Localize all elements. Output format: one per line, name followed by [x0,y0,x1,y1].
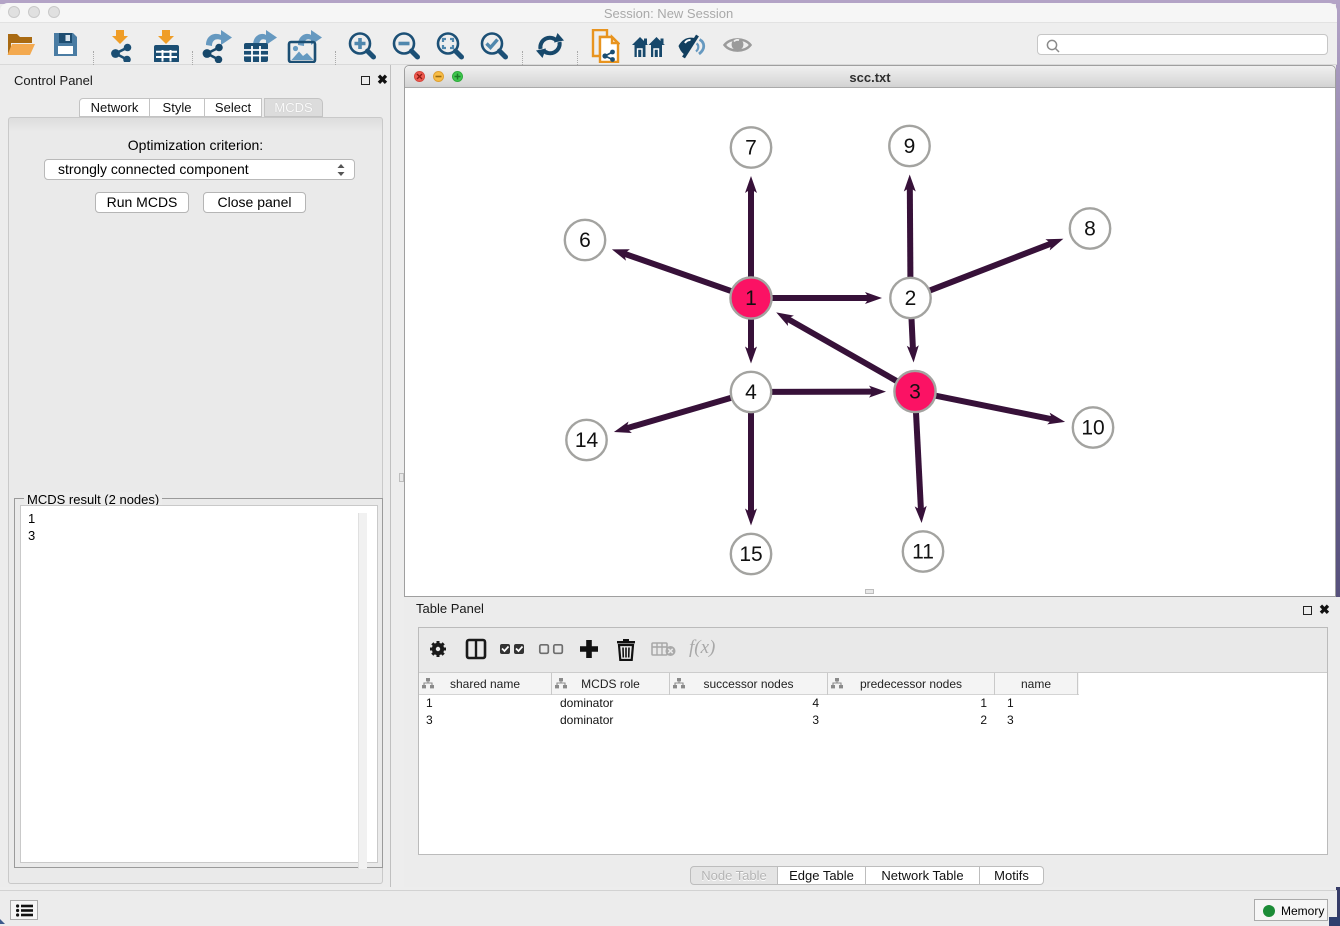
svg-text:4: 4 [745,381,757,404]
svg-text:10: 10 [1081,417,1104,440]
svg-text:9: 9 [904,135,916,158]
svg-text:11: 11 [912,541,934,564]
svg-text:2: 2 [905,287,917,310]
svg-text:3: 3 [909,381,921,404]
svg-text:15: 15 [739,543,762,566]
svg-text:7: 7 [745,137,757,160]
svg-text:14: 14 [575,429,599,452]
svg-text:6: 6 [579,229,591,252]
svg-text:8: 8 [1084,218,1096,241]
svg-text:1: 1 [745,287,757,310]
